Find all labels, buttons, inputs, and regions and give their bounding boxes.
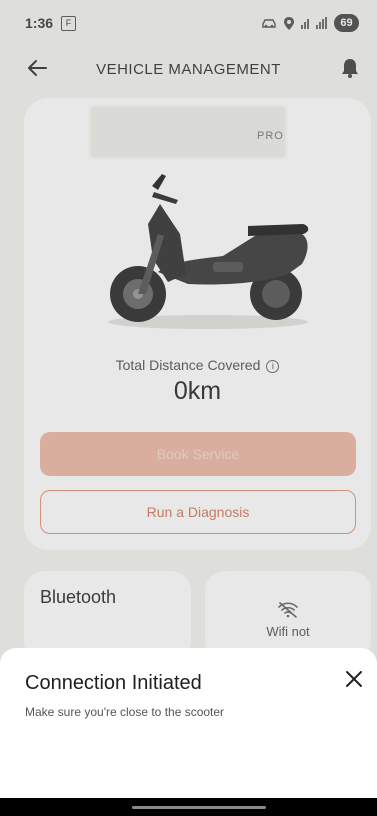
status-bar: 1:36 F 69 [0,0,377,46]
signal-icon [301,17,309,29]
vehicle-badge: PRO [257,130,284,142]
distance-value: 0km [173,377,222,405]
system-nav-bar [0,798,377,816]
location-icon [284,16,294,30]
page-title: VEHICLE MANAGEMENT [96,61,281,78]
distance-label: Total Distance Covered i [24,357,371,373]
wifi-off-icon [278,602,298,618]
battery-indicator: 69 [334,14,359,32]
top-app-bar: VEHICLE MANAGEMENT [0,46,377,92]
sheet-title: Connection Initiated [25,672,202,694]
close-icon[interactable] [345,670,363,688]
distance-label-text: Total Distance Covered [115,357,261,373]
run-diagnosis-button[interactable]: Run a Diagnosis [40,490,356,534]
info-icon[interactable]: i [266,359,280,373]
screen: 1:36 F 69 VEHICLE MANAGEMENT PRO Total D… [0,0,377,816]
vehicle-card: PRO Total Distance Covered i 0km Book Se… [24,98,371,550]
wifi-status-label: Wifi not [266,624,310,639]
signal-icon-2 [316,17,327,29]
bluetooth-label: Bluetooth [40,587,117,607]
bottom-sheet: Connection Initiated Make sure you're cl… [0,648,377,798]
status-time: 1:36 [25,15,54,31]
scooter-image [108,174,309,329]
car-icon [262,19,276,28]
book-service-button[interactable]: Book Service [40,432,356,476]
f-icon: F [61,15,77,31]
sheet-subtitle: Make sure you're close to the scooter [25,705,225,719]
bell-icon[interactable] [341,57,359,79]
home-indicator[interactable] [132,806,266,809]
